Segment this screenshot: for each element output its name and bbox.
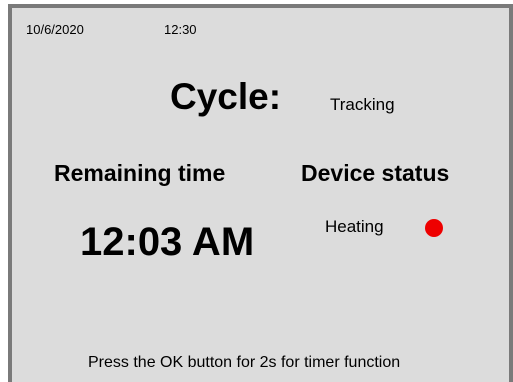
display-frame: 10/6/2020 12:30 Cycle: Tracking Remainin… xyxy=(8,4,513,382)
remaining-time-value: 12:03 AM xyxy=(80,220,255,264)
footer-hint: Press the OK button for 2s for timer fun… xyxy=(88,354,401,371)
status-indicator-icon xyxy=(425,219,443,237)
remaining-time-heading: Remaining time xyxy=(54,160,226,186)
device-status-heading: Device status xyxy=(301,160,450,186)
cycle-label: Cycle: xyxy=(170,76,282,117)
date-readout: 10/6/2020 xyxy=(26,22,84,37)
clock-readout: 12:30 xyxy=(164,22,197,37)
cycle-value: Tracking xyxy=(330,95,395,114)
device-status-text: Heating xyxy=(325,217,384,236)
display-screen: 10/6/2020 12:30 Cycle: Tracking Remainin… xyxy=(12,8,509,382)
